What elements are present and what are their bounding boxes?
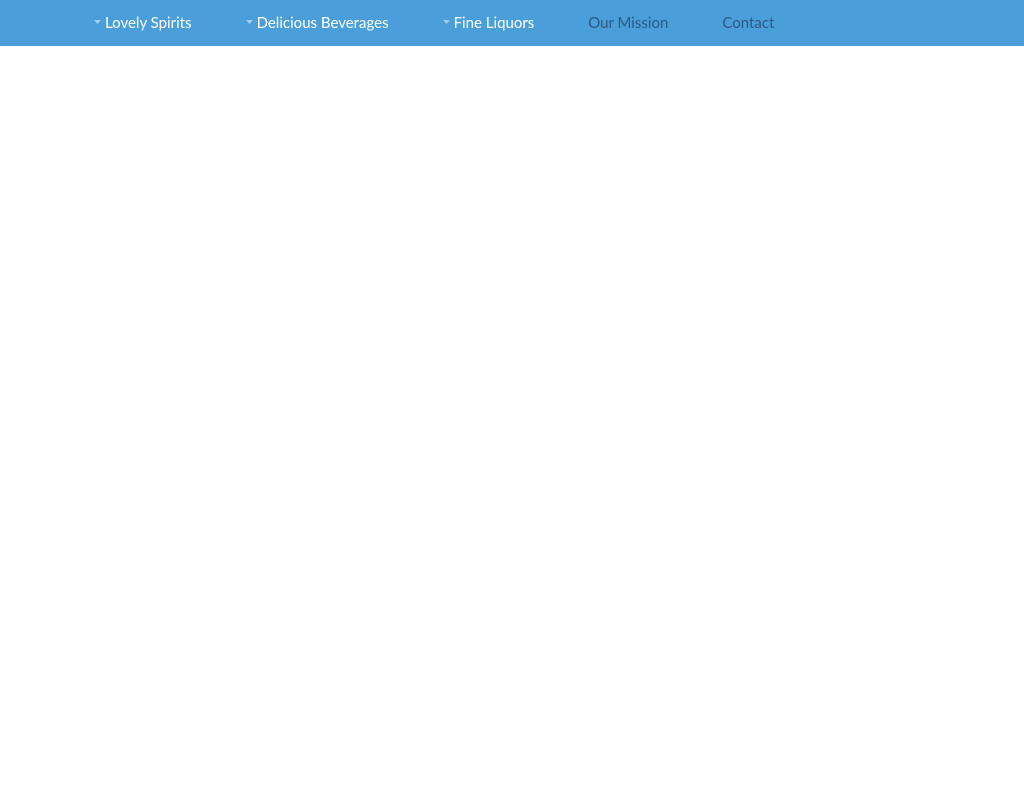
nav-item-label: Fine Liquors (454, 14, 535, 32)
nav-item-label: Our Mission (588, 14, 668, 32)
nav-item-label: Lovely Spirits (105, 14, 192, 32)
nav-item-label: Delicious Beverages (257, 14, 389, 32)
chevron-down-icon (443, 20, 450, 24)
chevron-down-icon (246, 20, 253, 24)
nav-item-fine-liquors[interactable]: Fine Liquors (443, 14, 535, 32)
main-nav: Lovely Spirits Delicious Beverages Fine … (0, 0, 1024, 46)
nav-item-our-mission[interactable]: Our Mission (588, 14, 668, 32)
content-area (0, 46, 1024, 800)
chevron-down-icon (94, 20, 101, 24)
nav-item-lovely-spirits[interactable]: Lovely Spirits (94, 14, 192, 32)
nav-item-delicious-beverages[interactable]: Delicious Beverages (246, 14, 389, 32)
nav-item-contact[interactable]: Contact (722, 14, 774, 32)
nav-item-label: Contact (722, 14, 774, 32)
